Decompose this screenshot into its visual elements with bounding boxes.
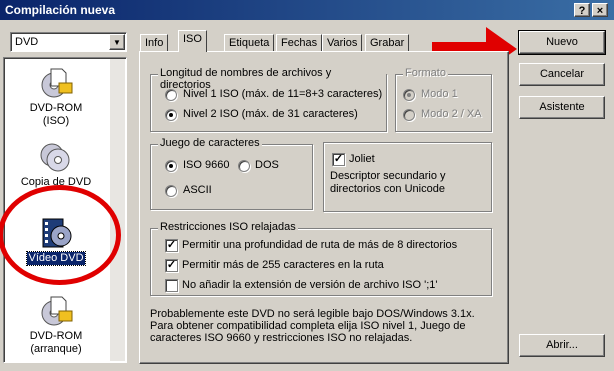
allow-long-path-label[interactable]: Permitir más de 255 caracteres en la rut…: [182, 259, 384, 271]
dos-label[interactable]: DOS: [255, 159, 279, 171]
list-item-sublabel: (ISO): [42, 115, 70, 127]
open-button[interactable]: Abrir...: [519, 334, 605, 357]
tab-varios[interactable]: Varios: [322, 34, 363, 51]
list-scrollbar[interactable]: [110, 59, 125, 361]
cancel-button[interactable]: Cancelar: [519, 63, 605, 86]
tab-grabar[interactable]: Grabar: [365, 34, 410, 51]
no-version-extension-checkbox[interactable]: [165, 279, 178, 292]
ascii-label[interactable]: ASCII: [183, 184, 212, 196]
allow-deep-path-label[interactable]: Permitir una profundidad de ruta de más …: [182, 239, 457, 251]
iso-level1-label[interactable]: Nivel 1 ISO (máx. de 11=8+3 caracteres): [183, 88, 382, 100]
joliet-group: ✓ Joliet Descriptor secundario y directo…: [323, 142, 492, 212]
compatibility-note-line3: caracteres ISO 9660 y restricciones ISO …: [150, 332, 413, 344]
dvd-rom-boot-icon: [41, 296, 73, 326]
iso-relaxations-group: Restricciones ISO relajadas ✓ Permitir u…: [150, 221, 492, 296]
list-item-video-dvd[interactable]: Vídeo DVD: [8, 216, 104, 266]
dos-radio[interactable]: [238, 160, 250, 172]
compilation-type-list[interactable]: DVD-ROM (ISO) Copia de DVD Vídeo DVD DVD-…: [3, 57, 127, 363]
drive-type-value: DVD: [15, 36, 39, 48]
tab-etiqueta[interactable]: Etiqueta: [224, 34, 275, 51]
no-version-extension-label[interactable]: No añadir la extensión de versión de arc…: [182, 279, 438, 291]
charset-group: Juego de caracteres ISO 9660 DOS ASCII: [150, 137, 313, 210]
iso9660-radio[interactable]: [165, 160, 177, 172]
joliet-description-line1: Descriptor secundario y: [330, 170, 446, 182]
charset-legend: Juego de caracteres: [158, 137, 262, 149]
format-legend: Formato: [403, 67, 448, 79]
list-item-label: DVD-ROM: [29, 102, 83, 114]
ascii-radio[interactable]: [165, 185, 177, 197]
list-item-label: Copia de DVD: [20, 176, 92, 188]
tab-fechas[interactable]: Fechas: [276, 34, 323, 51]
allow-deep-path-checkbox[interactable]: ✓: [165, 239, 178, 252]
iso9660-label[interactable]: ISO 9660: [183, 159, 229, 171]
tab-iso[interactable]: ISO: [178, 30, 207, 52]
title-bar: Compilación nueva ? ×: [0, 0, 614, 20]
iso-level2-label[interactable]: Nivel 2 ISO (máx. de 31 caracteres): [183, 108, 358, 120]
list-item-dvd-rom-boot[interactable]: DVD-ROM (arranque): [8, 294, 104, 356]
list-item-sublabel: (arranque): [30, 343, 82, 355]
list-item-dvd-rom-iso[interactable]: DVD-ROM (ISO): [8, 66, 104, 128]
chevron-down-icon[interactable]: ▼: [109, 34, 125, 50]
drive-type-select[interactable]: DVD ▼: [10, 32, 127, 52]
help-button[interactable]: ?: [574, 3, 590, 17]
list-item-label: Vídeo DVD: [26, 251, 86, 266]
new-button[interactable]: Nuevo: [518, 30, 606, 55]
list-item-dvd-copy[interactable]: Copia de DVD: [8, 140, 104, 189]
list-item-label: DVD-ROM: [29, 330, 83, 342]
compatibility-note-line1: Probablemente este DVD no será legible b…: [150, 308, 475, 320]
joliet-checkbox[interactable]: ✓: [332, 153, 345, 166]
close-button[interactable]: ×: [592, 3, 608, 17]
dvd-rom-iso-icon: [41, 68, 73, 98]
iso-level1-radio[interactable]: [165, 89, 177, 101]
compatibility-note-line2: Para obtener compatibilidad completa eli…: [150, 320, 466, 332]
tab-info[interactable]: Info: [140, 34, 169, 51]
format-group: Formato Modo 1 Modo 2 / XA: [395, 67, 492, 132]
allow-long-path-checkbox[interactable]: ✓: [165, 259, 178, 272]
joliet-description-line2: directorios con Unicode: [330, 183, 445, 195]
iso-tab-panel: Longitud de nombres de archivos y direct…: [139, 51, 509, 364]
dvd-copy-icon: [40, 143, 70, 172]
mode2-radio: [403, 109, 415, 121]
mode1-label: Modo 1: [421, 88, 458, 100]
wizard-button[interactable]: Asistente: [519, 96, 605, 119]
name-length-group: Longitud de nombres de archivos y direct…: [150, 67, 387, 132]
joliet-label[interactable]: Joliet: [349, 153, 375, 165]
mode2-label: Modo 2 / XA: [421, 108, 482, 120]
iso-relaxations-legend: Restricciones ISO relajadas: [158, 221, 298, 233]
iso-level2-radio[interactable]: [165, 109, 177, 121]
mode1-radio: [403, 89, 415, 101]
window-title: Compilación nueva: [5, 3, 116, 17]
video-dvd-icon: [42, 218, 72, 248]
